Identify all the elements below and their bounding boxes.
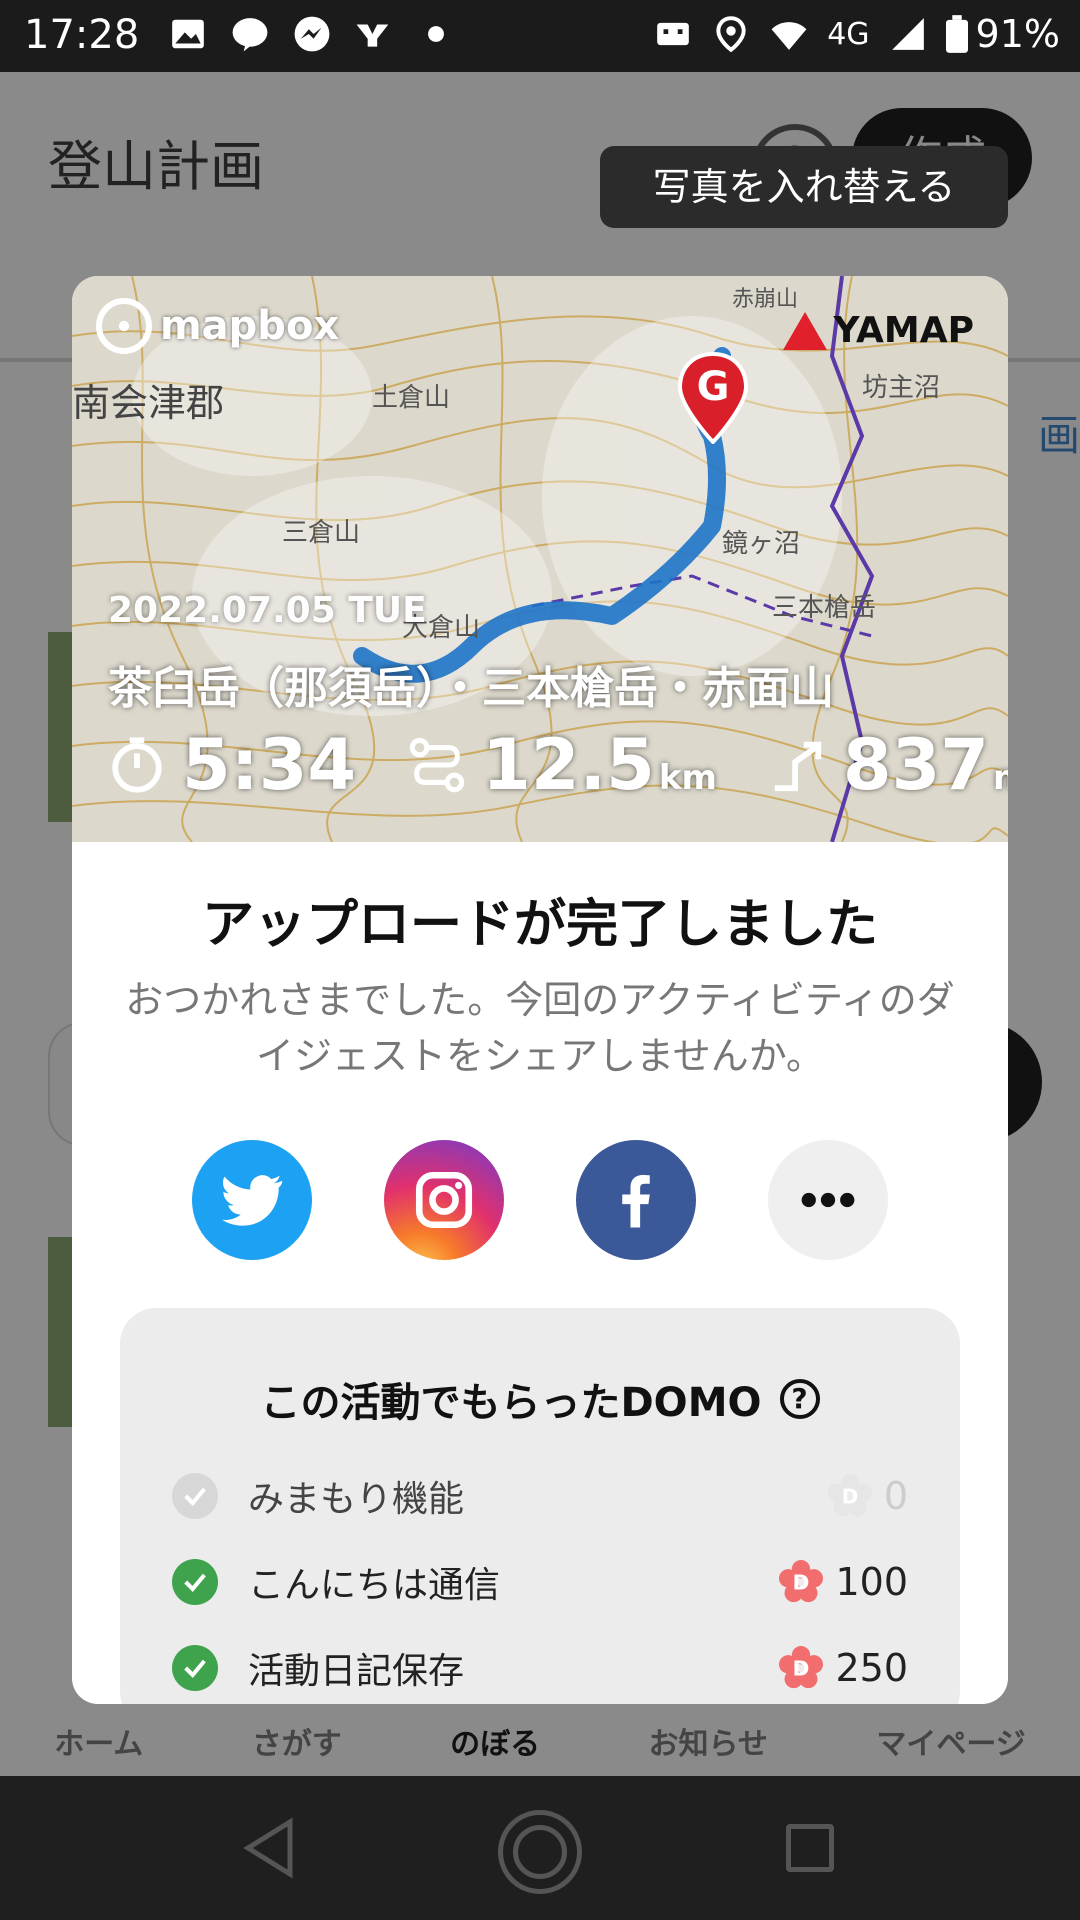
elevation-stat: 837 m: [769, 724, 1008, 806]
domo-title: この活動でもらったDOMO ?: [120, 1370, 960, 1428]
replace-photo-button[interactable]: 写真を入れ替える: [600, 146, 1008, 228]
battery-indicator: 91%: [945, 12, 1060, 56]
time-value: 5:34: [182, 724, 357, 806]
domo-points-value: 250: [835, 1646, 908, 1690]
domo-row-points: D 100: [779, 1560, 908, 1604]
domo-icon: D: [779, 1560, 824, 1603]
domo-points-value: 0: [883, 1474, 908, 1518]
mapbox-icon: [96, 298, 152, 354]
help-icon[interactable]: ?: [779, 1379, 820, 1419]
goal-marker-icon: G: [677, 352, 749, 444]
battery-level: 91%: [975, 12, 1060, 56]
mapbox-logo: mapbox: [96, 298, 339, 354]
domo-row-points: D 250: [779, 1646, 908, 1690]
map-place-label: 赤崩山: [732, 287, 798, 312]
network-type: 4G: [827, 16, 870, 52]
upload-complete-dialog: 南会津郡 土倉山 三倉山 大倉山 鏡ヶ沼 三本槍岳 坊主沼 赤崩山 mapbox…: [72, 276, 1008, 1704]
domo-row-points: D 0: [827, 1474, 908, 1518]
domo-icon: D: [827, 1474, 872, 1517]
map-place-label: 南会津郡: [72, 381, 224, 425]
signal-icon: [888, 14, 928, 54]
yamap-label: YAMAP: [833, 310, 974, 351]
yahoo-icon: [354, 14, 394, 54]
mapbox-label: mapbox: [160, 303, 340, 349]
route-distance-icon: [409, 737, 465, 793]
messenger-icon: [292, 14, 332, 54]
twitter-share-button[interactable]: [192, 1140, 312, 1260]
system-nav-bar: [0, 1776, 1080, 1920]
map-place-label: 鏡ヶ沼: [722, 529, 800, 559]
list-thumbnail: [48, 632, 72, 822]
tab-mypage[interactable]: マイページ: [876, 1719, 1025, 1763]
status-time: 17:28: [24, 12, 140, 58]
facebook-share-button[interactable]: [576, 1140, 696, 1260]
location-icon: [711, 14, 751, 54]
domo-summary-card: この活動でもらったDOMO ? みまもり機能 D 0 こんにちは通信 D 100…: [120, 1308, 960, 1704]
map-place-label: 坊主沼: [862, 373, 940, 403]
recents-icon[interactable]: [786, 1824, 834, 1872]
battery-icon: [945, 15, 968, 53]
tab-search[interactable]: さがす: [252, 1719, 342, 1763]
domo-row-label: こんにちは通信: [248, 1565, 501, 1606]
elevation-gain-icon: [774, 741, 822, 792]
back-icon[interactable]: [240, 1816, 300, 1880]
distance-unit: km: [658, 758, 717, 798]
distance-stat: 12.5 km: [408, 724, 717, 806]
instagram-icon: [415, 1171, 473, 1229]
elevation-value: 837: [842, 724, 990, 806]
edge-link: 画: [1037, 411, 1080, 460]
list-thumbnail: [48, 1237, 72, 1427]
check-icon: [172, 1645, 218, 1691]
more-share-button[interactable]: [768, 1140, 888, 1260]
wifi-icon: [769, 14, 809, 54]
tab-climb[interactable]: のぼる: [450, 1719, 540, 1763]
check-icon: [172, 1473, 218, 1519]
domo-row: こんにちは通信 D 100: [172, 1552, 908, 1612]
facebook-icon: [622, 1174, 650, 1228]
domo-row: みまもり機能 D 0: [172, 1466, 908, 1526]
instagram-share-button[interactable]: [384, 1140, 504, 1260]
cast-icon: [653, 14, 693, 54]
domo-row-label: みまもり機能: [248, 1479, 465, 1520]
map-place-label: 三倉山: [282, 518, 360, 548]
status-bar: 17:28 4G 91%: [0, 0, 1080, 72]
svg-text:D: D: [793, 1656, 810, 1680]
svg-text:D: D: [793, 1570, 810, 1594]
yamap-mountain-icon: [783, 311, 828, 350]
domo-title-text: この活動でもらったDOMO: [260, 1380, 762, 1426]
share-buttons: [72, 1140, 1008, 1260]
tab-notifications[interactable]: お知らせ: [649, 1719, 768, 1763]
route-title: 茶臼岳（那須岳）・三本槍岳・赤面山: [108, 663, 834, 714]
dialog-subtext: おつかれさまでした。今回のアクティビティのダイジェストをシェアしませんか。: [125, 978, 955, 1078]
domo-row-label: 活動日記保存: [248, 1651, 465, 1692]
activity-date: 2022.07.05 TUE: [108, 590, 427, 631]
bottom-tab-bar: ホーム さがす のぼる お知らせ マイページ: [0, 1706, 1080, 1776]
system-icons: 4G 91%: [653, 12, 1060, 56]
domo-points-value: 100: [835, 1560, 908, 1604]
elevation-unit: m: [993, 758, 1008, 798]
notification-icons: [168, 14, 456, 54]
check-icon: [172, 1559, 218, 1605]
time-stat: 5:34: [108, 724, 356, 806]
home-icon[interactable]: [498, 1810, 582, 1894]
svg-text:D: D: [841, 1484, 858, 1508]
line-icon: [230, 14, 270, 54]
distance-value: 12.5: [482, 724, 655, 806]
goal-marker-label: G: [697, 364, 730, 410]
activity-stats: 5:34 12.5 km 837 m: [108, 724, 1008, 806]
gallery-icon: [168, 14, 208, 54]
dot-icon: [416, 14, 456, 54]
page-title: 登山計画: [48, 135, 264, 198]
map-place-label: 三本槍岳: [772, 593, 876, 623]
yamap-logo: YAMAP: [783, 310, 974, 351]
tab-home[interactable]: ホーム: [54, 1719, 143, 1763]
map-place-label: 土倉山: [372, 383, 450, 413]
more-icon: [801, 1192, 855, 1208]
route-map: 南会津郡 土倉山 三倉山 大倉山 鏡ヶ沼 三本槍岳 坊主沼 赤崩山 mapbox…: [72, 276, 1008, 842]
twitter-icon: [222, 1175, 283, 1226]
domo-icon: D: [779, 1646, 824, 1689]
dialog-heading: アップロードが完了しました: [201, 895, 878, 955]
domo-row: 活動日記保存 D 250: [172, 1638, 908, 1698]
stopwatch-icon: [112, 737, 162, 793]
